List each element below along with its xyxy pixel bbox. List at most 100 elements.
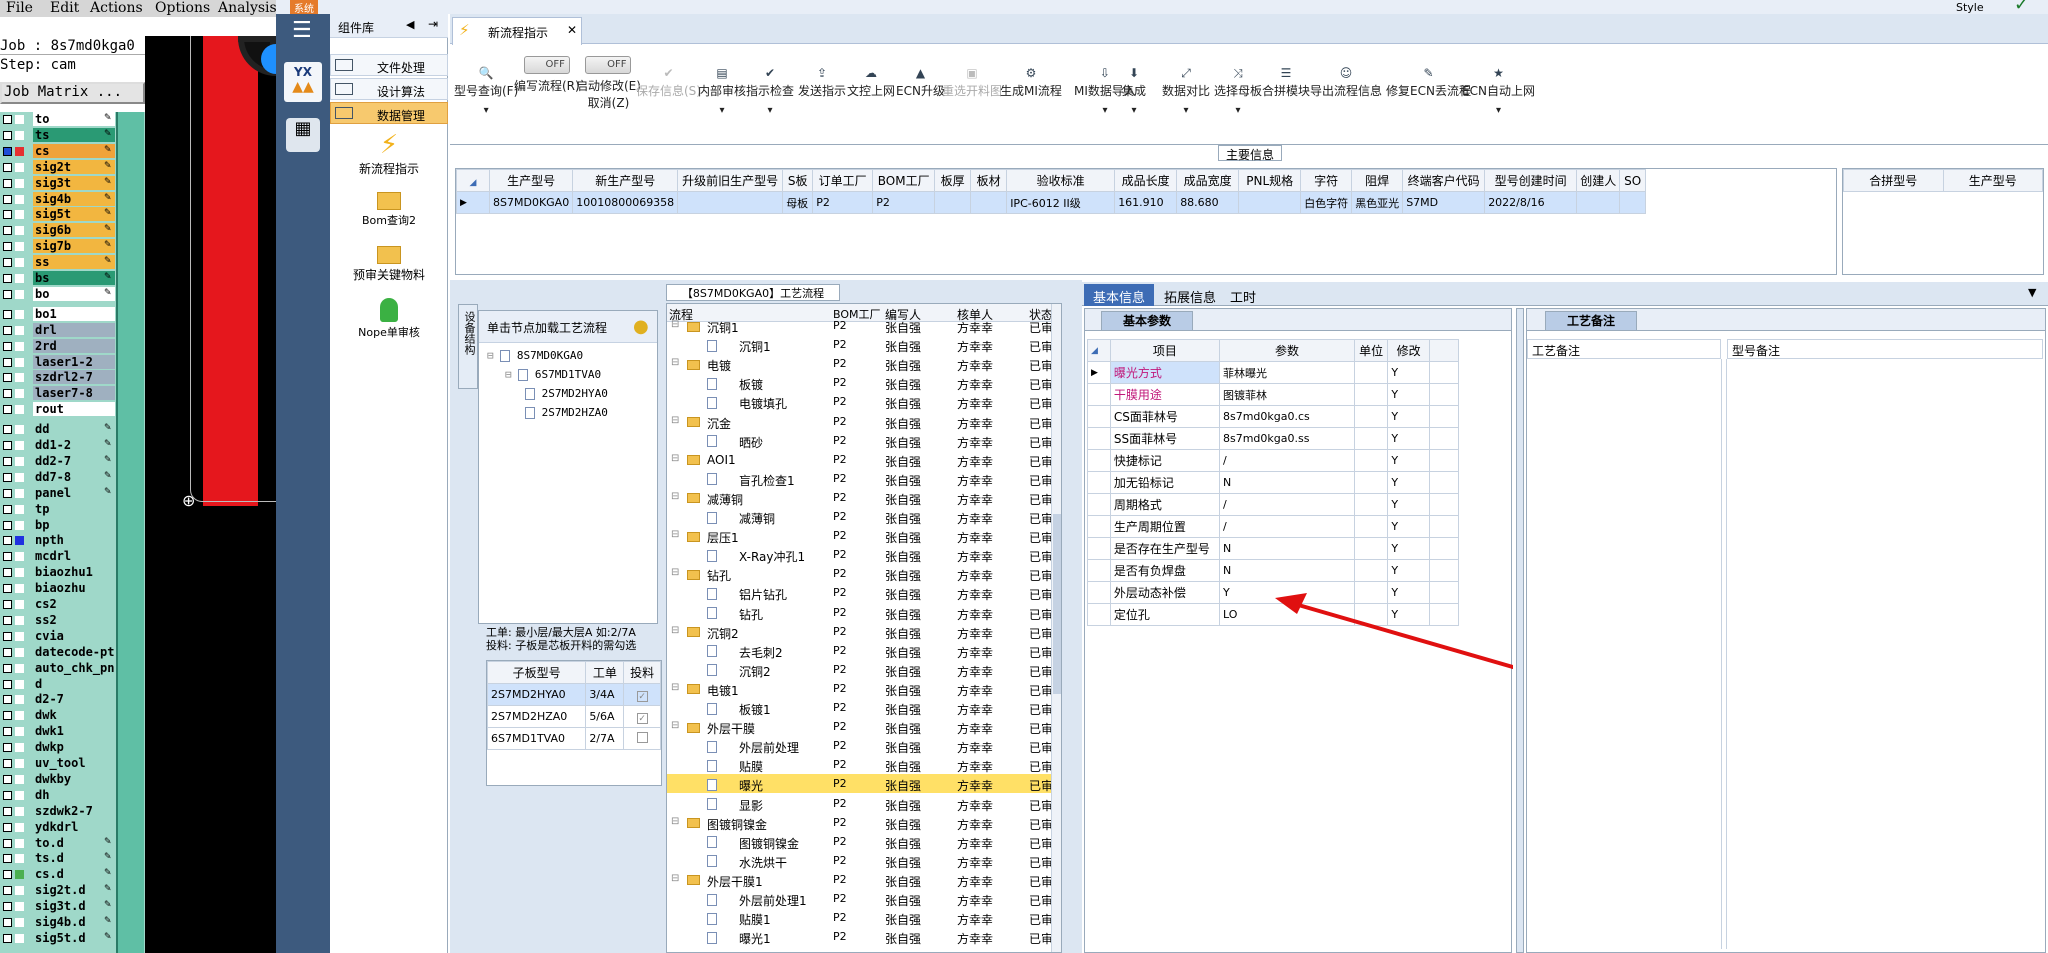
chevron-down-icon[interactable]: ▾ <box>1122 105 1146 116</box>
layer-checkbox[interactable] <box>3 568 12 578</box>
flow-row[interactable]: 图镀铜镍金 P2 张自强 方幸幸 已审 <box>667 832 1053 851</box>
layer-name[interactable]: dd <box>33 422 115 437</box>
layer-checkbox[interactable] <box>3 258 12 268</box>
flow-row[interactable]: 板镀1 P2 张自强 方幸幸 已审 <box>667 698 1053 717</box>
chevron-down-icon[interactable]: ▾ <box>698 105 746 116</box>
flow-row[interactable]: ⊟ 电镀1 P2 张自强 方幸幸 已审 <box>667 679 1053 698</box>
layer-name[interactable]: dd1-2 <box>33 438 115 452</box>
layer-name[interactable]: bo1 <box>33 306 115 321</box>
layer-name[interactable]: cs <box>33 143 115 158</box>
layer-checkbox[interactable] <box>3 274 12 283</box>
layer-name[interactable]: d2-7 <box>33 692 115 707</box>
collapse-icon[interactable]: ⊟ <box>671 720 679 731</box>
flow-row[interactable]: ⊟ 电镀 P2 张自强 方幸幸 已审 <box>667 354 1053 373</box>
tool-new-flow[interactable]: ⚡ 新流程指示 <box>330 130 448 177</box>
flow-row[interactable]: 贴膜1 P2 张自强 方幸幸 已审 <box>667 908 1053 927</box>
layer-name[interactable]: sig3t.d <box>33 899 115 914</box>
flow-row[interactable]: ⊟ AOI1 P2 张自强 方幸幸 已审 <box>667 450 1053 469</box>
flow-row[interactable]: 晒砂 P2 张自强 方幸幸 已审 <box>667 431 1053 450</box>
layer-checkbox[interactable] <box>3 902 12 912</box>
main-cell[interactable]: P2 <box>872 191 936 214</box>
flow-row[interactable]: ⊟ 沉金 P2 张自强 方幸幸 已审 <box>667 412 1053 431</box>
layer-checkbox[interactable] <box>3 146 12 156</box>
chevron-down-icon[interactable]: ▾ <box>1214 105 1262 116</box>
toolbar-button[interactable]: ⚙ 生成MI流程 <box>1000 66 1062 99</box>
layer-name[interactable]: biaozhu <box>33 581 115 596</box>
menu-analysis[interactable]: Analysis <box>218 0 276 16</box>
layer-checkbox[interactable] <box>3 389 12 399</box>
layer-checkbox[interactable] <box>3 727 12 737</box>
menu-actions[interactable]: Actions <box>90 0 143 16</box>
layer-name[interactable]: bo <box>33 286 115 301</box>
collapse-icon[interactable]: ⊟ <box>671 529 679 540</box>
layer-name[interactable]: dd7-8 <box>33 469 115 484</box>
menu-options[interactable]: Options <box>155 0 210 16</box>
layer-checkbox[interactable] <box>3 536 12 546</box>
layer-name[interactable]: npth <box>33 533 115 548</box>
flow-row[interactable]: ⊟ 沉铜2 P2 张自强 方幸幸 已审 <box>667 622 1053 641</box>
layer-checkbox[interactable] <box>3 115 12 124</box>
toolbar-button[interactable]: OFF 编写流程(R) <box>514 56 580 94</box>
layer-checkbox[interactable] <box>3 759 12 768</box>
layer-checkbox[interactable] <box>3 806 12 816</box>
layer-checkbox[interactable] <box>3 325 12 335</box>
layer-name[interactable]: sig6b <box>33 223 115 238</box>
main-cell[interactable] <box>1576 191 1621 214</box>
flow-row[interactable]: ⊟ 图镀铜镍金 P2 张自强 方幸幸 已审 <box>667 813 1053 832</box>
tree-node-root[interactable]: ⊟ 8S7MD0KGA0 <box>487 349 583 362</box>
flow-row[interactable]: X-Ray冲孔1 P2 张自强 方幸幸 已审 <box>667 545 1053 564</box>
main-cell[interactable]: 10010800069358 <box>572 191 679 214</box>
collapse-icon[interactable]: ⊟ <box>671 873 679 884</box>
main-cell[interactable]: 2022/8/16 <box>1484 191 1578 214</box>
splitter[interactable] <box>1516 308 1524 953</box>
main-cell[interactable]: IPC-6012 II级 <box>1006 191 1116 214</box>
flow-row[interactable]: 盲孔检查1 P2 张自强 方幸幸 已审 <box>667 469 1053 488</box>
layer-name[interactable]: to.d <box>33 835 115 850</box>
flow-row[interactable]: 减薄铜 P2 张自强 方幸幸 已审 <box>667 507 1053 526</box>
chevron-down-icon[interactable]: ▾ <box>454 105 518 116</box>
flow-scrollbar[interactable] <box>1051 304 1061 952</box>
layer-name[interactable]: dwkby <box>33 771 115 786</box>
layer-name[interactable]: ts.d <box>33 851 115 866</box>
layer-checkbox[interactable] <box>3 226 12 236</box>
layer-name[interactable]: d <box>33 676 115 691</box>
collapse-icon[interactable]: ⊟ <box>671 319 679 330</box>
layer-name[interactable]: uv_tool <box>33 756 115 770</box>
flow-row[interactable]: 显影 P2 张自强 方幸幸 已审 <box>667 794 1053 813</box>
lib-item-algorithm[interactable]: 设计算法 <box>330 78 448 100</box>
layer-checkbox[interactable] <box>3 790 12 800</box>
cam-canvas[interactable]: ⊕ <box>145 36 276 953</box>
layer-name[interactable]: szdwk2-7 <box>33 803 115 818</box>
layer-checkbox[interactable] <box>3 178 12 188</box>
flow-row[interactable]: ⊟ 钻孔 P2 张自强 方幸幸 已审 <box>667 564 1053 583</box>
toolbar-button[interactable]: ▤ 内部审核 ▾ <box>698 66 746 116</box>
main-cell[interactable]: S7MD <box>1402 191 1486 214</box>
chevron-down-icon[interactable]: ▾ <box>1162 105 1210 116</box>
toolbar-button[interactable]: ☺ 导出流程信息 <box>1310 66 1382 99</box>
collapse-icon[interactable]: ⊟ <box>671 625 679 636</box>
layer-name[interactable]: cs2 <box>33 597 115 611</box>
layer-checkbox[interactable] <box>3 774 12 784</box>
toolbar-button[interactable]: OFF 启动修改(E) 取消(Z) <box>576 56 641 111</box>
layer-checkbox[interactable] <box>3 405 12 415</box>
layer-checkbox[interactable] <box>3 584 12 594</box>
toolbar-button[interactable]: ✎ 修复ECN丢流程 <box>1386 66 1471 99</box>
toolbar-button[interactable]: ⤨ 选择母板 ▾ <box>1214 66 1262 116</box>
layer-checkbox[interactable] <box>3 488 12 498</box>
flow-row[interactable]: 外层前处理1 P2 张自强 方幸幸 已审 <box>667 889 1053 908</box>
toolbar-button[interactable]: ▣ 重选开料图 <box>942 66 1002 99</box>
layer-name[interactable]: ts <box>33 127 115 142</box>
tree-node[interactable]: ⊟ 6S7MD1TVA0 <box>505 368 601 381</box>
feed-checkbox[interactable] <box>623 727 661 750</box>
flow-row[interactable]: ⊟ 沉铜1 P2 张自强 方幸幸 已审 <box>667 316 1053 335</box>
main-cell[interactable] <box>970 191 1008 214</box>
layer-name[interactable]: cvia <box>33 628 115 643</box>
collapse-icon[interactable]: ⊟ <box>671 682 679 693</box>
layer-name[interactable]: panel <box>33 485 115 500</box>
sub-row[interactable]: 6S7MD1TVA0 2/7A <box>486 727 661 750</box>
menu-edit[interactable]: Edit <box>50 0 79 16</box>
layer-checkbox[interactable] <box>3 162 12 172</box>
layer-name[interactable]: laser1-2 <box>33 354 115 369</box>
layer-name[interactable]: mcdrl <box>33 549 115 564</box>
layer-name[interactable]: bp <box>33 517 115 532</box>
